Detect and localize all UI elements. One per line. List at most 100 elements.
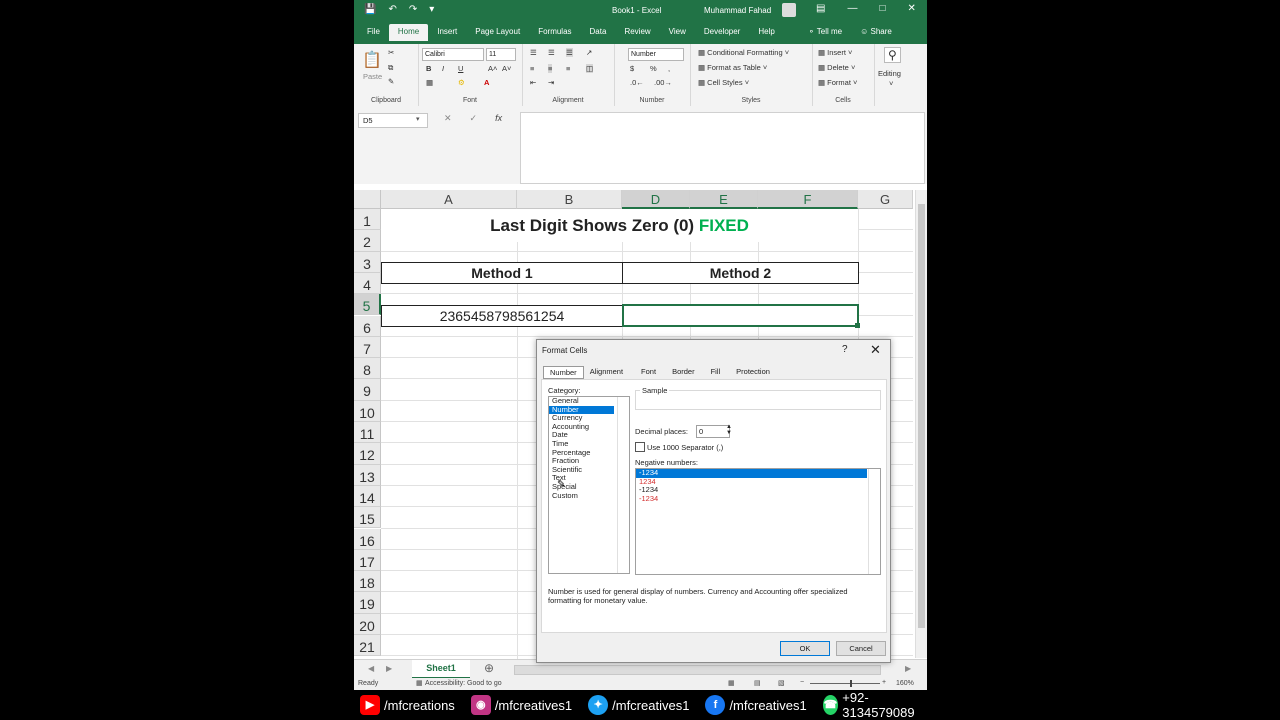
row-header[interactable]: 18 <box>354 571 381 593</box>
decimal-spinner-icon[interactable]: ▲ ▼ <box>726 424 732 436</box>
vertical-scroll-thumb[interactable] <box>918 204 925 628</box>
negative-numbers-list[interactable]: -1234 1234 -1234 -1234 <box>635 468 881 575</box>
paste-icon[interactable]: 📋 <box>362 50 382 70</box>
select-all-corner[interactable] <box>354 190 381 209</box>
tab-insert[interactable]: Insert <box>428 24 466 41</box>
page-layout-view-icon[interactable]: ▤ <box>754 679 761 687</box>
increase-decimal-icon[interactable]: .0← <box>630 78 644 87</box>
enter-icon[interactable]: ✓ <box>470 113 478 124</box>
tab-home[interactable]: Home <box>388 24 429 41</box>
vertical-scrollbar[interactable] <box>915 190 927 658</box>
category-scrollbar[interactable] <box>617 397 629 573</box>
row-header[interactable]: 14 <box>354 485 381 508</box>
row-header[interactable]: 4 <box>354 272 381 295</box>
search-icon[interactable]: ⚲ <box>884 47 901 63</box>
fill-handle[interactable] <box>855 323 860 328</box>
sheet-title[interactable]: Last Digit Shows Zero (0) FIXED <box>381 209 858 242</box>
editing-button[interactable]: Editing <box>878 69 901 78</box>
selected-cell-d5[interactable] <box>622 304 859 327</box>
dialog-close-button[interactable]: ✕ <box>870 342 881 358</box>
decimal-places-input[interactable]: 0 <box>696 425 730 438</box>
row-header[interactable]: 2 <box>354 230 381 252</box>
currency-icon[interactable]: $ <box>630 64 634 73</box>
align-top-icon[interactable]: ☰ <box>530 48 537 57</box>
row-header[interactable]: 13 <box>354 464 381 486</box>
avatar[interactable] <box>782 3 796 17</box>
column-header-e[interactable]: E <box>690 190 758 209</box>
align-center-icon[interactable]: ≡ <box>548 64 553 73</box>
tell-me-button[interactable]: ⚬ Tell me <box>808 27 842 36</box>
method2-header[interactable]: Method 2 <box>622 262 859 284</box>
paste-label[interactable]: Paste <box>363 72 382 81</box>
row-header[interactable]: 15 <box>354 507 381 529</box>
thousands-separator-checkbox[interactable] <box>635 442 645 452</box>
instagram-link[interactable]: ◉/mfcreatives1 <box>465 695 572 715</box>
cancel-icon[interactable]: ✕ <box>444 113 452 124</box>
negative-option[interactable]: -1234 <box>636 468 867 478</box>
minimize-icon[interactable]: — <box>847 3 857 14</box>
shrink-font-icon[interactable]: A˅ <box>502 64 511 73</box>
tab-file[interactable]: File <box>358 24 389 41</box>
cancel-button[interactable]: Cancel <box>836 641 886 656</box>
scroll-right-icon[interactable]: ▶ <box>905 664 911 673</box>
tab-border[interactable]: Border <box>666 366 701 379</box>
insert-function-button[interactable]: fx <box>495 113 502 124</box>
cell-styles-button[interactable]: ▦ Cell Styles ˅ <box>698 78 749 87</box>
font-size-select[interactable]: 11 <box>486 48 516 61</box>
zoom-slider-thumb[interactable] <box>850 680 852 687</box>
number-format-select[interactable]: Number <box>628 48 684 61</box>
row-header[interactable]: 21 <box>354 635 381 657</box>
column-header-d[interactable]: D <box>622 190 690 209</box>
row-header[interactable]: 16 <box>354 528 381 550</box>
zoom-level[interactable]: 160% <box>896 680 914 687</box>
twitter-link[interactable]: ✦/mfcreatives1 <box>582 695 689 715</box>
zoom-out-icon[interactable]: − <box>800 679 804 686</box>
horizontal-scrollbar[interactable] <box>514 665 881 675</box>
redo-icon[interactable]: ↷ <box>409 4 417 15</box>
close-icon[interactable]: ✕ <box>908 3 916 14</box>
row-header[interactable]: 17 <box>354 549 381 572</box>
customize-icon[interactable]: ▾ <box>429 4 434 15</box>
row-header[interactable]: 6 <box>354 315 381 337</box>
merge-center-icon[interactable]: ◫ <box>586 64 594 73</box>
help-button[interactable]: ? <box>842 344 848 355</box>
increase-indent-icon[interactable]: ⇥ <box>548 78 554 87</box>
negative-option[interactable]: 1234 <box>636 477 880 487</box>
formula-input[interactable] <box>520 112 925 184</box>
insert-cells-button[interactable]: ▦ Insert ˅ <box>818 48 852 57</box>
align-middle-icon[interactable]: ☰ <box>548 48 555 57</box>
tab-help[interactable]: Help <box>749 24 783 41</box>
row-header[interactable]: 19 <box>354 592 381 614</box>
column-header-a[interactable]: A <box>381 190 517 209</box>
undo-icon[interactable]: ↶ <box>388 4 396 15</box>
cell-a5-value[interactable]: 2365458798561254 <box>381 305 623 327</box>
negative-option[interactable]: -1234 <box>636 486 880 495</box>
next-sheet-icon[interactable]: ▶ <box>386 664 392 673</box>
decrease-decimal-icon[interactable]: .00→ <box>654 78 672 87</box>
row-header[interactable]: 7 <box>354 336 381 359</box>
font-family-select[interactable]: Calibri <box>422 48 484 61</box>
save-icon[interactable]: 💾 <box>364 4 376 15</box>
bold-button[interactable]: B <box>426 64 431 73</box>
zoom-in-icon[interactable]: + <box>882 679 886 686</box>
share-button[interactable]: ☺ Share <box>860 27 892 36</box>
row-header[interactable]: 9 <box>354 379 381 401</box>
grow-font-icon[interactable]: A˄ <box>488 64 497 73</box>
fill-color-icon[interactable]: ⚙ <box>458 78 465 87</box>
borders-icon[interactable]: ▦ <box>426 78 433 87</box>
page-break-view-icon[interactable]: ▧ <box>778 679 785 687</box>
whatsapp-link[interactable]: ☎ +92-3134579089 <box>817 690 919 720</box>
tab-number[interactable]: Number <box>543 366 584 379</box>
percent-icon[interactable]: % <box>650 64 657 73</box>
negative-option[interactable]: -1234 <box>636 494 880 504</box>
sheet-tab-sheet1[interactable]: Sheet1 <box>412 660 470 679</box>
align-left-icon[interactable]: ≡ <box>530 64 534 73</box>
prev-sheet-icon[interactable]: ◀ <box>368 664 374 673</box>
align-bottom-icon[interactable]: ☰ <box>566 48 573 57</box>
tab-protection[interactable]: Protection <box>730 366 776 379</box>
normal-view-icon[interactable]: ▦ <box>728 679 735 687</box>
add-sheet-icon[interactable]: ⊕ <box>484 661 494 675</box>
cut-icon[interactable]: ✂ <box>388 48 394 57</box>
tab-developer[interactable]: Developer <box>695 24 749 41</box>
row-header[interactable]: 5 <box>354 294 381 316</box>
